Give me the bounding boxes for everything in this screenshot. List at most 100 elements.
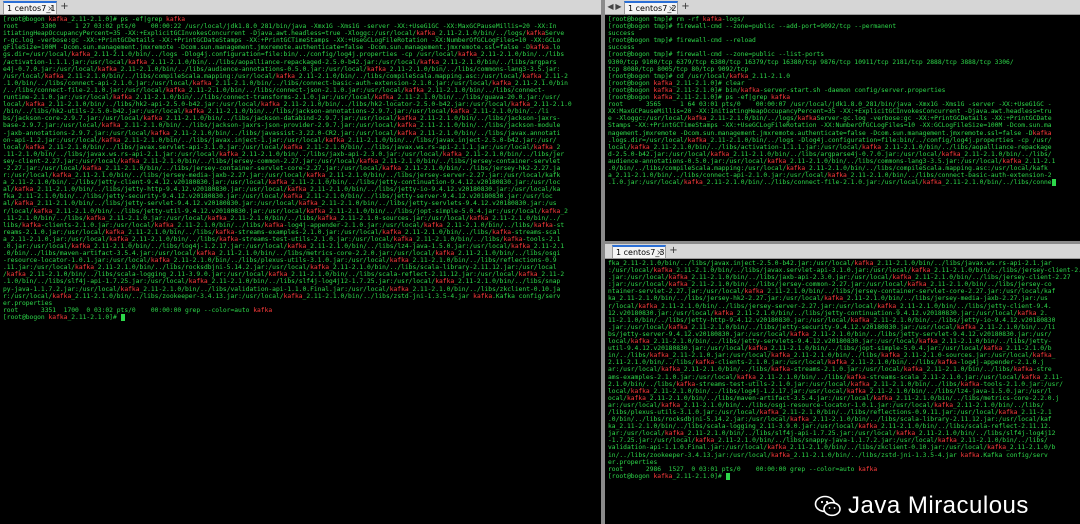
terminal-line: a_2.11-2.1.0.jar:/usr/local/kafka_2.11-2… [3,235,561,243]
highlighted-match: kafka [759,408,779,416]
terminal-line: base-2.9.7.jar:/usr/local/kafka_2.11-2.1… [3,122,561,130]
terminal-line: itiatingHeapOccupancyPercent=35 -XX:+Exp… [3,30,565,38]
tab-centos7-1[interactable]: 1 centos7_1 × [3,1,57,14]
highlighted-match: kafka [653,94,673,102]
terminal-pane-bottom-right[interactable]: 1 centos7_3 × + fka_2.11-2.1.0/bin/../li… [605,244,1080,524]
terminal-line: e4j-0.7.0.jar:/usr/local/kafka_2.11-2.1.… [3,65,561,73]
highlighted-match: kafka [25,101,45,109]
highlighted-match: kafka [987,444,1007,452]
highlighted-match: kafka [827,172,847,180]
terminal-line: bs/jetty-server-9.4.12.v20180830.jar:/us… [608,330,1052,338]
highlighted-match: kafka [397,122,417,130]
highlighted-match: kafka [1032,352,1052,360]
highlighted-match: kafka [287,186,307,194]
terminal-line: a_2.11-2.1.0/bin/../libs/jetty-client-9.… [3,179,561,187]
highlighted-match: kafka [668,323,688,331]
tab-centos7-3[interactable]: 1 centos7_3 × [612,245,666,258]
highlighted-match: kafka [630,387,650,395]
tab-centos7-2[interactable]: 1 centos7_2 × [624,1,678,14]
highlighted-match: kafka [435,278,455,286]
highlighted-match: kafka [695,359,715,367]
highlighted-match: kafka [71,243,91,250]
terminal-line: .11-2.1.0/bin/../libs/kafka_2.11-2.1.0.j… [3,214,561,222]
tab-close-icon[interactable]: × [668,3,675,15]
terminal-line: sey-client-2.27.jar:/usr/local/kafka_2.1… [3,157,561,165]
terminal-line: [root@bogon tmp]# rm -rf kafka-logs/ [608,16,745,23]
highlighted-match: kafka [503,235,523,243]
highlighted-match: kafka [541,207,561,215]
highlighted-match: kafka [283,193,303,201]
terminal-line: util-9.4.12.v20180830.jar:/usr/local/kaf… [608,345,1052,353]
terminal-line: e -Xloggc:/usr/local/kafka_2.11-2.1.0/bi… [608,115,1052,123]
terminal-line: /bin/../libs/hk2-utils-2.5.0-b42.jar:/us… [3,108,549,116]
highlighted-match: kafka [120,157,140,165]
terminal-line: nagement.jmxremote -Dcom.sun.management.… [608,129,1052,137]
watermark: Java Miraculous [814,492,1029,520]
terminal-line: .0/bin/../libs/maven-artifact-3.5.4.jar:… [3,250,561,258]
terminal-line: [root@bogon kafka_2.11-2.1.0]# [3,313,598,321]
highlighted-match: kafka [52,292,72,300]
highlighted-match: kafka [86,214,106,222]
highlighted-match: kafka [1017,309,1037,317]
highlighted-match: kafka [744,288,764,296]
terminal-line: local/kafka_2.11-2.1.0/bin/../libs/hk2-a… [3,101,572,109]
highlighted-match: kafka [457,51,477,59]
highlighted-match: kafka [983,345,1003,353]
highlighted-match: kafka [268,179,288,187]
highlighted-match: kafka [492,79,512,87]
highlighted-match: kafka [112,94,132,102]
highlighted-match: kafka [934,401,954,409]
highlighted-match: kafka [44,72,64,80]
highlighted-match: kafka [382,164,402,172]
terminal-line: er.properties [608,458,658,466]
terminal-line: /kafka_2.11-2.1.0/bin/../libs/scala-logg… [3,271,565,279]
terminal-line: r:/usr/local/kafka_2.11-2.1.0/bin/../lib… [3,292,561,300]
terminal-line: .0/bin/../libs/compileScala.mapping:/usr… [608,164,1048,172]
terminal-line: d-2.5.0-b42.jar:/usr/local/kafka_2.11-2.… [608,150,1052,158]
terminal-line: Stamps -XX:+PrintGCTimeStamps -XX:+UseGC… [608,122,1052,130]
scroll-right-icon[interactable]: ▶ [614,1,623,13]
highlighted-match: kafka [824,295,844,303]
terminal-line: audience-annotations-0.5.0.jar:/usr/loca… [608,157,1056,165]
highlighted-match: kafka [192,79,212,87]
highlighted-match: kafka [33,207,53,215]
terminal-pane-top-right[interactable]: ◀ ▶ 1 centos7_2 × + [root@bogon tmp]# rm… [605,0,1080,241]
highlighted-match: kafka [397,129,417,137]
terminal-line: XX:MaxGCPauseMillis=20 -XX:InitiatingHea… [608,108,1052,116]
terminal-line: [root@bogon tmp]# cd /usr/local/kafka_2.… [608,72,790,80]
highlighted-match: kafka [846,387,866,395]
terminal-line: r/local/kafka_2.11-2.1.0/bin/../libs/jet… [3,207,568,215]
highlighted-match: kafka [52,172,72,180]
terminal-line: .jar:/usr/local/kafka_2.11-2.1.0/bin/../… [608,274,1071,282]
highlighted-match: kafka [389,285,409,293]
tab-close-icon[interactable]: × [656,247,663,259]
highlighted-match: kafka [687,115,707,123]
terminal-line: jar:/usr/local/kafka_2.11-2.1.0/bin/../l… [608,430,1056,438]
new-tab-button[interactable]: + [680,1,691,13]
terminal-line: ams-examples-2.1.0.jar:/usr/local/kafka_… [608,373,1063,381]
highlighted-match: kafka [511,101,531,109]
terminal-pane-left[interactable]: 1 centos7_1 × + [root@bogon kafka_2.11-2… [0,0,601,524]
terminal-output[interactable]: [root@bogon kafka_2.11-2.1.0]# ps -ef|gr… [0,15,601,524]
highlighted-match: kafka [166,86,185,94]
highlighted-match: kafka [287,243,307,250]
highlighted-match: kafka [6,271,26,279]
terminal-line: er.properties [3,299,53,307]
highlighted-match: kafka [71,51,91,59]
highlighted-match: kafka [710,150,730,158]
terminal-line: local/kafka_2.11-2.1.0/bin/../libs/log4j… [608,387,1052,395]
new-tab-button[interactable]: + [668,245,679,257]
highlighted-match: kafka [219,235,239,243]
tab-close-icon[interactable]: × [47,3,54,15]
highlighted-match: kafka [529,44,549,52]
highlighted-match: kafka [630,143,650,151]
highlighted-match: kafka [435,250,455,258]
terminal-output[interactable]: fka_2.11-2.1.0/bin/../libs/javax.inject-… [605,259,1080,524]
highlighted-match: kafka [389,257,409,265]
terminal-line: ar:/usr/local/kafka_2.11-2.1.0/bin/../li… [608,366,1052,374]
terminal-line: gs.dir=/usr/local/kafka_2.11-2.1.0/bin/.… [3,51,565,59]
terminal-line: root 2986 1527 0 03:01 pts/0 00:00:00 gr… [608,465,878,473]
new-tab-button[interactable]: + [59,1,70,13]
terminal-output[interactable]: [root@bogon tmp]# rm -rf kafka-logs/ [roo… [605,15,1080,241]
terminal-line: .1.0/bin/../libs/slf4j-api-1.7.25.jar:/u… [3,278,561,286]
